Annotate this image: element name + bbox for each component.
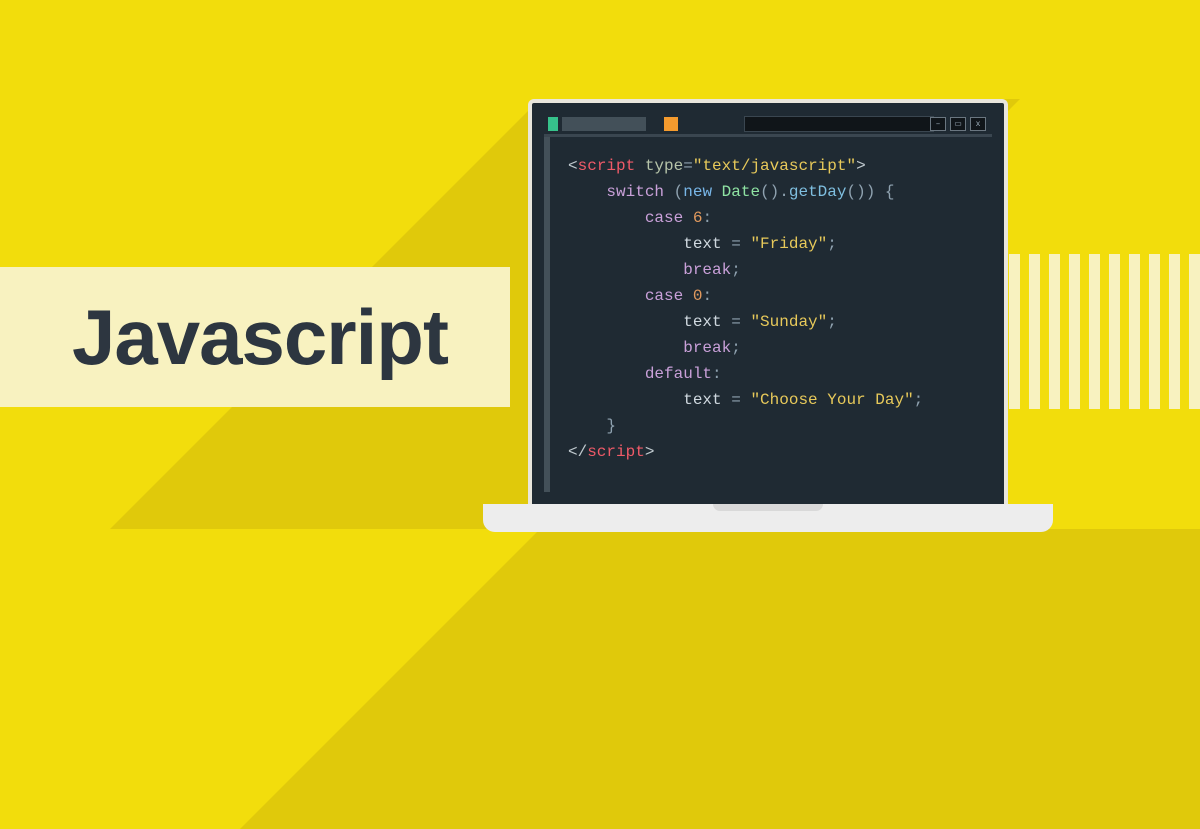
laptop-illustration: – ▭ x <script type="text/javascript"> sw…: [528, 99, 1008, 532]
page-title: Javascript: [0, 292, 448, 383]
code-line: case 0:: [568, 283, 984, 309]
minimize-button[interactable]: –: [930, 117, 946, 131]
tab-marker-icon: [664, 117, 678, 131]
accent-bars: [480, 267, 510, 407]
code-line: }: [568, 413, 984, 439]
code-line: break;: [568, 257, 984, 283]
address-field: [744, 116, 934, 132]
code-line: default:: [568, 361, 984, 387]
code-line: switch (new Date().getDay()) {: [568, 179, 984, 205]
code-block: <script type="text/javascript"> switch (…: [568, 153, 984, 465]
tab-selector: [562, 117, 646, 131]
code-editor: – ▭ x <script type="text/javascript"> sw…: [544, 115, 992, 492]
title-banner: Javascript: [0, 267, 502, 407]
code-line: case 6:: [568, 205, 984, 231]
tab-indicator-icon: [548, 117, 558, 131]
code-line: text = "Sunday";: [568, 309, 984, 335]
laptop-screen: – ▭ x <script type="text/javascript"> sw…: [528, 99, 1008, 504]
close-button[interactable]: x: [970, 117, 986, 131]
code-line: <script type="text/javascript">: [568, 153, 984, 179]
decorative-stripes: [989, 254, 1200, 409]
code-line: break;: [568, 335, 984, 361]
laptop-base: [483, 504, 1053, 532]
code-line: text = "Choose Your Day";: [568, 387, 984, 413]
editor-toolbar: – ▭ x: [544, 115, 992, 137]
laptop-shadow: [240, 529, 1200, 829]
window-controls: – ▭ x: [930, 117, 986, 131]
maximize-button[interactable]: ▭: [950, 117, 966, 131]
code-line: </script>: [568, 439, 984, 465]
code-line: text = "Friday";: [568, 231, 984, 257]
editor-gutter: [544, 137, 550, 492]
